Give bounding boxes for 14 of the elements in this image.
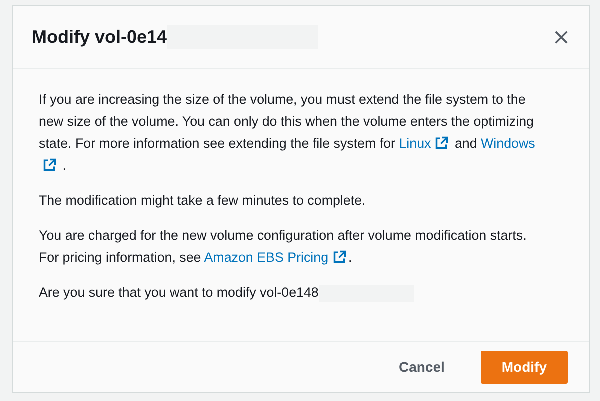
paragraph: If you are increasing the size of the volume, you must extend the file system to the new size of the volume. You can only do this when the volume enters the optimizing state. For more information see extending the file system for Linux and Windows . [39, 91, 536, 175]
cancel-button[interactable]: Cancel [378, 350, 465, 384]
paragraph: Are you sure that you want to modify vol-0e148 [39, 282, 547, 304]
paragraph: You are charged for the new volume configuration after volume modification starts. For pricing information, see Amazon EBS Pricing . [39, 227, 528, 267]
link[interactable]: Windows [481, 136, 536, 151]
external-link-icon [435, 136, 450, 150]
close-icon[interactable] [554, 30, 569, 44]
external-link-icon [43, 158, 57, 172]
link[interactable]: Amazon EBS Pricing [204, 250, 329, 265]
modify-button[interactable]: Modify [480, 350, 568, 384]
dialog-title: Modify vol-0e14 [32, 26, 168, 49]
link[interactable]: Linux [399, 136, 432, 151]
external-link-icon [332, 250, 347, 264]
paragraph: The modification might take a few minutes to complete. [39, 192, 367, 210]
